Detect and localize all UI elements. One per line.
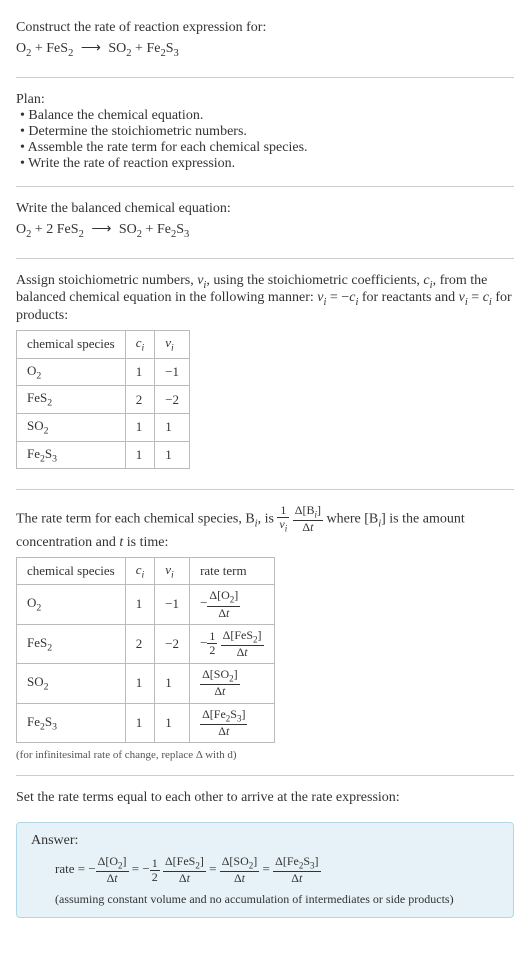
answer-assumption: (assuming constant volume and no accumul…: [55, 892, 499, 907]
cell-vi: −2: [155, 624, 190, 663]
cell-vi: −1: [155, 358, 190, 386]
table-row: FeS2 2 −2: [17, 386, 190, 414]
final-title: Set the rate terms equal to each other t…: [16, 790, 514, 806]
table-row: O2 1 −1: [17, 358, 190, 386]
plan-title: Plan:: [16, 92, 514, 108]
table-row: Fe2S3 1 1 Δ[Fe2S3]Δt: [17, 703, 275, 742]
cell-ci: 2: [125, 386, 155, 414]
cell-vi: 1: [155, 441, 190, 469]
divider: [16, 77, 514, 78]
cell-rate: −12 Δ[FeS2]Δt: [190, 624, 274, 663]
cell-vi: −1: [155, 585, 190, 624]
final-section: Set the rate terms equal to each other t…: [16, 782, 514, 814]
cell-species: SO2: [17, 413, 126, 441]
divider: [16, 258, 514, 259]
table-row: FeS2 2 −2 −12 Δ[FeS2]Δt: [17, 624, 275, 663]
balanced-equation: O2 + 2 FeS2 ⟶ SO2 + Fe2S3: [16, 221, 514, 240]
cell-species: Fe2S3: [17, 703, 126, 742]
stoich-table: chemical species ci νi O2 1 −1 FeS2 2 −2…: [16, 330, 190, 469]
cell-rate: Δ[Fe2S3]Δt: [190, 703, 274, 742]
cell-ci: 1: [125, 441, 155, 469]
rateterm-section: The rate term for each chemical species,…: [16, 496, 514, 769]
col-vi: νi: [155, 557, 190, 585]
rateterm-note: (for infinitesimal rate of change, repla…: [16, 749, 514, 761]
cell-species: O2: [17, 358, 126, 386]
table-row: SO2 1 1: [17, 413, 190, 441]
answer-label: Answer:: [31, 833, 499, 849]
cell-vi: −2: [155, 386, 190, 414]
cell-ci: 2: [125, 624, 155, 663]
cell-species: Fe2S3: [17, 441, 126, 469]
table-row: O2 1 −1 −Δ[O2]Δt: [17, 585, 275, 624]
col-ci: ci: [125, 557, 155, 585]
divider: [16, 489, 514, 490]
plan-section: Plan: Balance the chemical equation. Det…: [16, 84, 514, 180]
plan-item: Assemble the rate term for each chemical…: [20, 140, 514, 156]
construct-label: Construct the rate of reaction expressio…: [16, 20, 514, 36]
cell-species: FeS2: [17, 386, 126, 414]
cell-ci: 1: [125, 664, 155, 703]
table-header-row: chemical species ci νi: [17, 331, 190, 359]
divider: [16, 775, 514, 776]
cell-vi: 1: [155, 664, 190, 703]
answer-rate-expression: rate = −Δ[O2]Δt = −12 Δ[FeS2]Δt = Δ[SO2]…: [55, 855, 499, 885]
table-row: SO2 1 1 Δ[SO2]Δt: [17, 664, 275, 703]
cell-ci: 1: [125, 703, 155, 742]
col-ci: ci: [125, 331, 155, 359]
cell-ci: 1: [125, 585, 155, 624]
answer-box: Answer: rate = −Δ[O2]Δt = −12 Δ[FeS2]Δt …: [16, 822, 514, 917]
cell-rate: −Δ[O2]Δt: [190, 585, 274, 624]
rateterm-table: chemical species ci νi rate term O2 1 −1…: [16, 557, 275, 743]
cell-species: O2: [17, 585, 126, 624]
table-row: Fe2S3 1 1: [17, 441, 190, 469]
divider: [16, 186, 514, 187]
cell-species: SO2: [17, 664, 126, 703]
cell-rate: Δ[SO2]Δt: [190, 664, 274, 703]
unbalanced-equation: O2 + FeS2 ⟶ SO2 + Fe2S3: [16, 40, 514, 59]
cell-ci: 1: [125, 413, 155, 441]
cell-vi: 1: [155, 413, 190, 441]
col-vi: νi: [155, 331, 190, 359]
plan-list: Balance the chemical equation. Determine…: [16, 108, 514, 172]
cell-ci: 1: [125, 358, 155, 386]
plan-item: Balance the chemical equation.: [20, 108, 514, 124]
cell-vi: 1: [155, 703, 190, 742]
col-rate: rate term: [190, 557, 274, 585]
table-header-row: chemical species ci νi rate term: [17, 557, 275, 585]
balanced-section: Write the balanced chemical equation: O2…: [16, 193, 514, 252]
col-species: chemical species: [17, 557, 126, 585]
rateterm-intro: The rate term for each chemical species,…: [16, 504, 514, 550]
plan-item: Write the rate of reaction expression.: [20, 156, 514, 172]
balanced-title: Write the balanced chemical equation:: [16, 201, 514, 217]
stoich-intro: Assign stoichiometric numbers, νi, using…: [16, 273, 514, 325]
plan-item: Determine the stoichiometric numbers.: [20, 124, 514, 140]
cell-species: FeS2: [17, 624, 126, 663]
stoich-section: Assign stoichiometric numbers, νi, using…: [16, 265, 514, 484]
col-species: chemical species: [17, 331, 126, 359]
intro-section: Construct the rate of reaction expressio…: [16, 12, 514, 71]
